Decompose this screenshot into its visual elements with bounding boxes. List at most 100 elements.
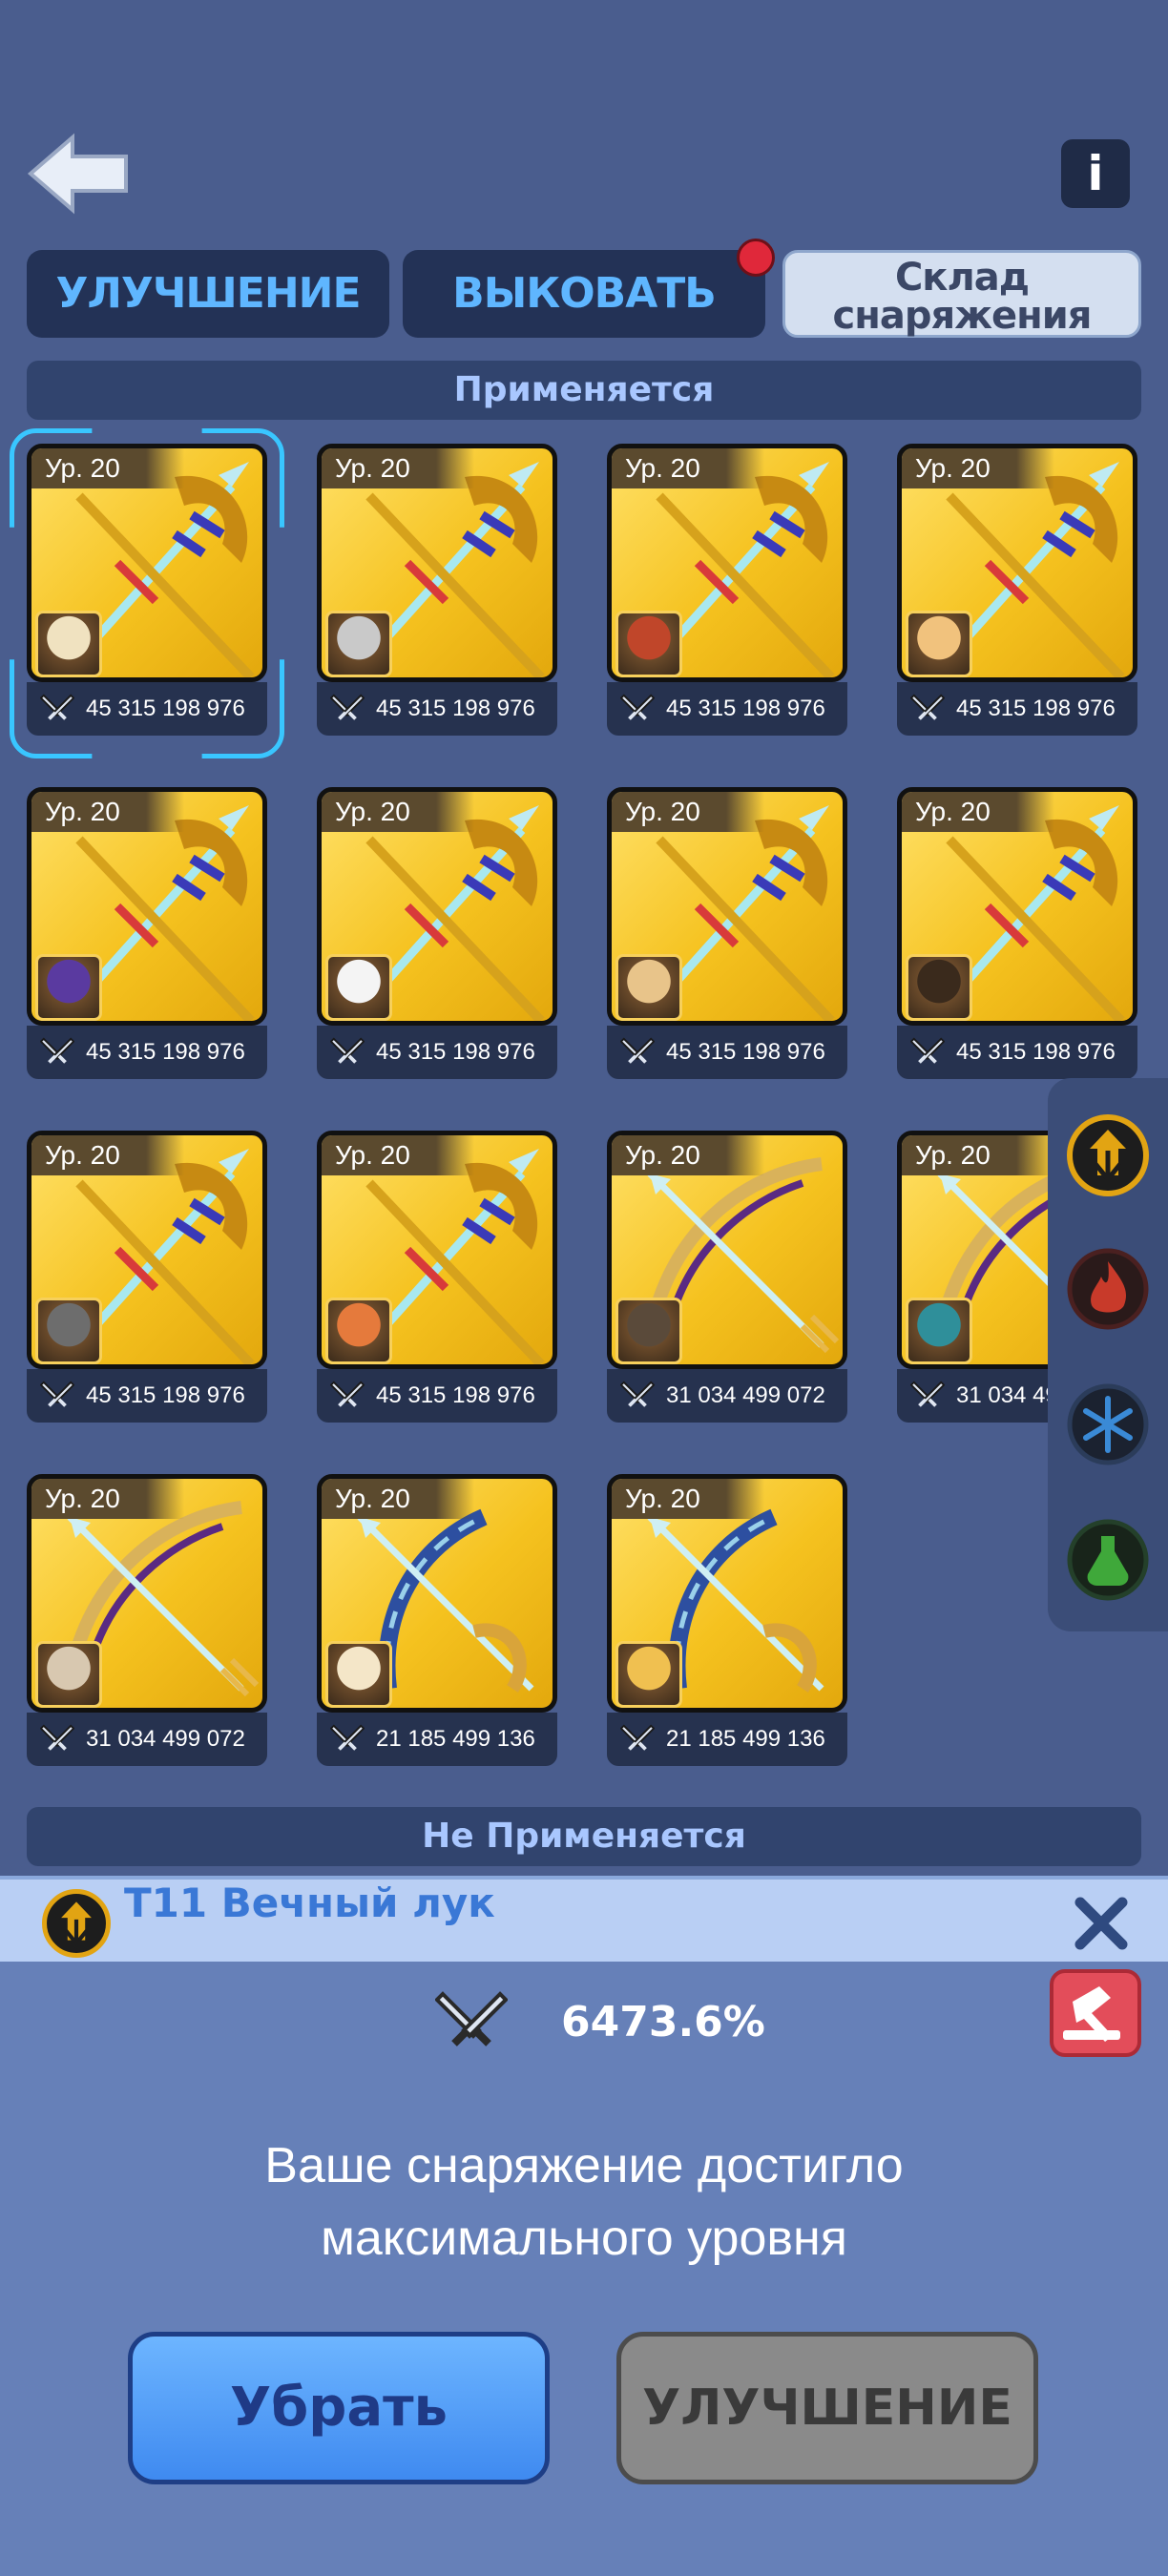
item-level: Ур. 20 <box>612 1479 764 1519</box>
item-power: 21 185 499 136 <box>317 1713 557 1766</box>
item-power: 31 034 499 072 <box>27 1713 267 1766</box>
item-power: 45 315 198 976 <box>27 682 267 736</box>
crossed-swords-icon <box>620 694 655 720</box>
item-level: Ур. 20 <box>612 448 764 488</box>
hero-avatar <box>35 954 102 1021</box>
close-button[interactable] <box>1073 1895 1130 1952</box>
equipment-item[interactable]: Ур. 20 31 034 499 072 <box>607 1131 847 1428</box>
crossed-swords-icon <box>40 694 74 720</box>
item-power-value: 45 315 198 976 <box>376 1382 535 1408</box>
equipment-grid: Ур. 20 45 315 198 976 Ур. 20 45 315 198 976… <box>10 428 1141 1779</box>
equipment-item[interactable]: Ур. 20 45 315 198 976 <box>27 787 267 1085</box>
crossed-swords-icon <box>40 1381 74 1407</box>
flame-icon <box>1067 1248 1149 1330</box>
equipment-item[interactable]: Ур. 20 45 315 198 976 <box>317 787 557 1085</box>
tab-storage[interactable]: Склад снаряжения <box>782 250 1141 338</box>
arrows-emblem-icon <box>1067 1114 1149 1196</box>
hero-avatar <box>906 611 972 677</box>
snowflake-icon <box>1067 1383 1149 1465</box>
item-power-value: 45 315 198 976 <box>666 696 825 721</box>
item-level: Ур. 20 <box>612 792 764 832</box>
equipment-item[interactable]: Ур. 20 45 315 198 976 <box>317 1131 557 1428</box>
item-card: Ур. 20 <box>27 1474 267 1713</box>
dismantle-button[interactable] <box>1050 1969 1141 2057</box>
item-power: 45 315 198 976 <box>607 1026 847 1079</box>
hero-avatar <box>906 954 972 1021</box>
equipment-item[interactable]: Ур. 20 45 315 198 976 <box>10 428 284 758</box>
item-power-value: 45 315 198 976 <box>956 696 1116 721</box>
max-level-message: Ваше снаряжение достигло максимального у… <box>0 2129 1168 2275</box>
item-power-value: 45 315 198 976 <box>86 1382 245 1408</box>
crossed-swords-icon <box>910 1381 945 1407</box>
crossed-swords-icon <box>330 694 365 720</box>
hero-avatar <box>325 954 392 1021</box>
item-power: 45 315 198 976 <box>897 1026 1137 1079</box>
crossed-swords-icon <box>435 1991 508 2046</box>
arrows-emblem-icon <box>42 1889 111 1958</box>
item-power: 45 315 198 976 <box>317 682 557 736</box>
item-level: Ур. 20 <box>31 1479 184 1519</box>
item-card: Ур. 20 <box>27 1131 267 1369</box>
equipment-item[interactable]: Ур. 20 45 315 198 976 <box>607 444 847 741</box>
crossed-swords-icon <box>910 1037 945 1064</box>
equipment-item[interactable]: Ур. 20 21 185 499 136 <box>317 1474 557 1772</box>
item-card: Ур. 20 <box>317 444 557 682</box>
equipment-item[interactable]: Ур. 20 45 315 198 976 <box>897 444 1137 741</box>
item-power: 31 034 499 072 <box>607 1369 847 1423</box>
hero-avatar <box>615 1298 682 1364</box>
hero-avatar <box>615 611 682 677</box>
item-level: Ур. 20 <box>322 792 474 832</box>
item-card: Ур. 20 <box>317 787 557 1026</box>
equipment-item[interactable]: Ур. 20 45 315 198 976 <box>897 787 1137 1085</box>
item-detail-header: T11 Вечный лук <box>0 1876 1168 1962</box>
item-level: Ур. 20 <box>31 448 184 488</box>
tab-forge[interactable]: ВЫКОВАТЬ <box>403 250 765 338</box>
upgrade-button[interactable]: УЛУЧШЕНИЕ <box>616 2332 1038 2484</box>
item-power: 45 315 198 976 <box>27 1369 267 1423</box>
hero-avatar <box>35 611 102 677</box>
unequipped-section-header: Не Применяется <box>27 1807 1141 1866</box>
tab-upgrade[interactable]: УЛУЧШЕНИЕ <box>27 250 389 338</box>
item-card: Ур. 20 <box>607 1131 847 1369</box>
equipment-item[interactable]: Ур. 20 45 315 198 976 <box>317 444 557 741</box>
item-card: Ур. 20 <box>607 787 847 1026</box>
equipment-item[interactable]: Ур. 20 21 185 499 136 <box>607 1474 847 1772</box>
tab-storage-label-2: снаряжения <box>832 294 1093 338</box>
hammer-icon <box>1063 1986 1120 2042</box>
stat-row: 6473.6% <box>0 1971 1168 2086</box>
back-button[interactable] <box>27 132 130 216</box>
crossed-swords-icon <box>910 694 945 720</box>
item-level: Ур. 20 <box>612 1135 764 1175</box>
remove-button[interactable]: Убрать <box>128 2332 550 2484</box>
crossed-swords-icon <box>620 1381 655 1407</box>
tab-storage-label-1: Склад <box>894 256 1030 300</box>
crossed-swords-icon <box>330 1037 365 1064</box>
hero-avatar <box>325 1641 392 1708</box>
item-power-value: 21 185 499 136 <box>666 1726 825 1752</box>
element-filter-panel <box>1048 1078 1168 1631</box>
item-card: Ур. 20 <box>317 1131 557 1369</box>
crossed-swords-icon <box>330 1724 365 1751</box>
item-power-value: 31 034 499 072 <box>666 1382 825 1408</box>
item-level: Ур. 20 <box>322 1479 474 1519</box>
item-power-value: 45 315 198 976 <box>376 696 535 721</box>
filter-fire-button[interactable] <box>1067 1248 1149 1330</box>
filter-attack-button[interactable] <box>1067 1114 1149 1196</box>
equipment-item[interactable]: Ур. 20 45 315 198 976 <box>27 1131 267 1428</box>
equipment-item[interactable]: Ур. 20 45 315 198 976 <box>607 787 847 1085</box>
item-card: Ур. 20 <box>27 787 267 1026</box>
crossed-swords-icon <box>40 1724 74 1751</box>
filter-poison-button[interactable] <box>1067 1519 1149 1601</box>
stat-value: 6473.6% <box>561 1998 765 2046</box>
item-level: Ур. 20 <box>31 792 184 832</box>
item-level: Ур. 20 <box>322 1135 474 1175</box>
hero-avatar <box>35 1298 102 1364</box>
filter-ice-button[interactable] <box>1067 1383 1149 1465</box>
info-button[interactable]: i <box>1061 139 1130 208</box>
crossed-swords-icon <box>620 1724 655 1751</box>
crossed-swords-icon <box>40 1037 74 1064</box>
equipment-item[interactable]: Ур. 20 31 034 499 072 <box>27 1474 267 1772</box>
item-card: Ур. 20 <box>607 1474 847 1713</box>
back-arrow-icon <box>27 133 128 215</box>
item-level: Ур. 20 <box>902 1135 1054 1175</box>
